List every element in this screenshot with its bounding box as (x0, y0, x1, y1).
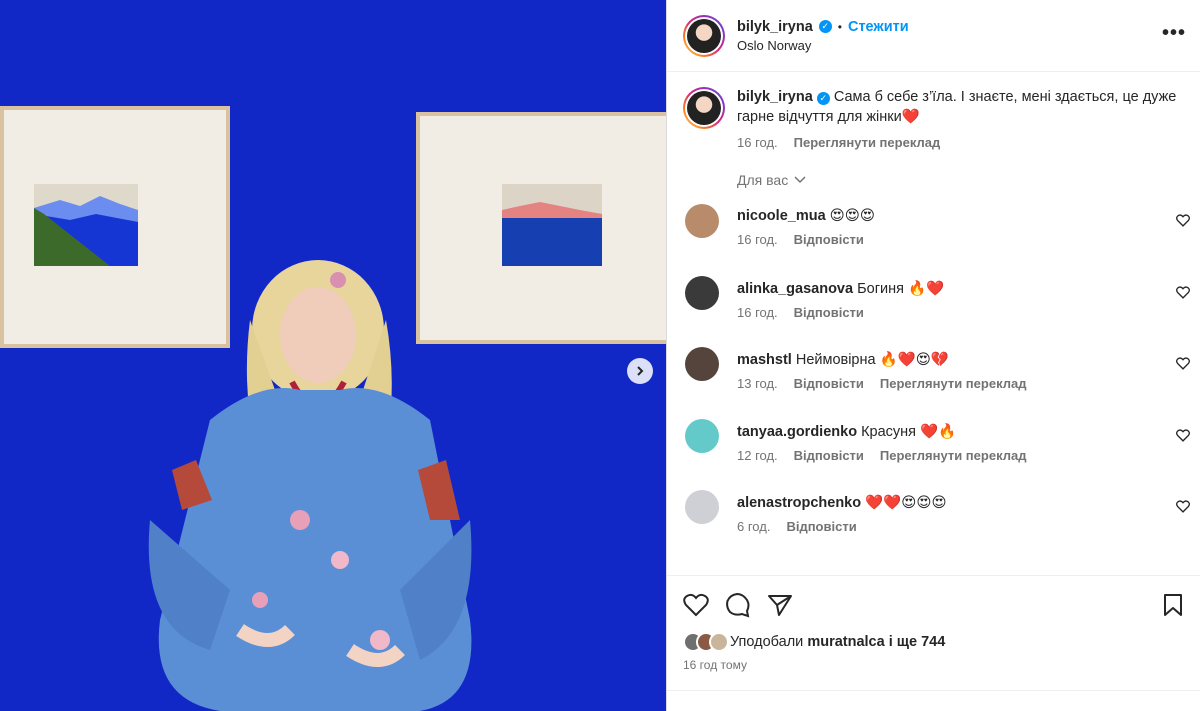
comment-text: Богиня 🔥❤️ (857, 280, 945, 297)
comment-list: nicoole_mua 😍😍😍 16 год. Відповісти alink… (667, 196, 1200, 554)
post-location[interactable]: Oslo Norway (737, 38, 909, 53)
commenter-username[interactable]: alinka_gasanova (737, 281, 853, 297)
follow-button[interactable]: Стежити (848, 19, 909, 35)
comment-like-icon[interactable] (1176, 500, 1190, 513)
reply-button[interactable]: Відповісти (794, 232, 864, 247)
post-time: 16 год тому (683, 658, 747, 672)
comment-text: Неймовірна 🔥❤️😍💔 (795, 352, 949, 368)
comment-time: 6 год. (737, 519, 771, 534)
comments-section[interactable]: bilyk_iryna ✓ Сама б себе з’їла. І знаєт… (667, 73, 1200, 575)
post-actions: Уподобали muratnalca і ще 744 16 год том… (667, 575, 1200, 672)
divider (667, 690, 1200, 691)
filter-label: Для вас (737, 172, 789, 188)
post-photo (0, 0, 666, 711)
liker-avatars (683, 632, 729, 652)
next-arrow-icon[interactable] (627, 358, 653, 384)
comment-text: Красуня ❤️🔥 (861, 423, 957, 440)
likes-prefix: Уподобали (730, 634, 804, 650)
caption-avatar[interactable] (683, 87, 725, 129)
caption-username[interactable]: bilyk_iryna (737, 89, 813, 105)
comment-like-icon[interactable] (1176, 214, 1190, 227)
comment-like-icon[interactable] (1176, 428, 1190, 442)
post-caption: bilyk_iryna ✓ Сама б себе з’їла. І знаєт… (667, 73, 1200, 150)
comment-text: 😍😍😍 (829, 208, 876, 224)
see-translation-link[interactable]: Переглянути переклад (880, 376, 1027, 391)
caption-time: 16 год. (737, 135, 778, 150)
photo-illustration (0, 0, 666, 711)
verified-icon: ✓ (816, 91, 830, 105)
commenter-avatar[interactable] (685, 490, 719, 524)
commenter-avatar[interactable] (685, 204, 719, 238)
commenter-username[interactable]: nicoole_mua (737, 208, 826, 224)
like-icon[interactable] (683, 593, 709, 617)
reply-button[interactable]: Відповісти (794, 305, 864, 320)
comment-like-icon[interactable] (1176, 357, 1190, 370)
author-avatar[interactable] (683, 14, 725, 57)
comment-icon[interactable] (725, 592, 751, 618)
reply-button[interactable]: Відповісти (794, 448, 864, 463)
save-icon[interactable] (1162, 593, 1184, 617)
likes-count[interactable]: і ще 744 (889, 634, 946, 650)
comment-time: 13 год. (737, 376, 778, 391)
see-translation-link[interactable]: Переглянути переклад (794, 135, 941, 150)
post-panel: bilyk_iryna ✓ • Стежити Oslo Norway ••• … (666, 0, 1200, 711)
separator-dot: • (837, 19, 842, 34)
verified-icon: ✓ (818, 20, 832, 33)
reply-button[interactable]: Відповісти (786, 519, 856, 534)
commenter-username[interactable]: alenastropchenko (737, 495, 861, 511)
comment-row: alenastropchenko ❤️❤️😍😍😍 6 год. Відповіс… (667, 482, 1200, 554)
likes-summary[interactable]: Уподобали muratnalca і ще 744 (683, 632, 1184, 652)
commenter-avatar[interactable] (685, 347, 719, 381)
commenter-avatar[interactable] (685, 275, 719, 310)
comment-row: tanyaa.gordienko Красуня ❤️🔥 12 год. Від… (667, 411, 1200, 483)
comment-time: 12 год. (737, 447, 778, 463)
comment-like-icon[interactable] (1176, 285, 1190, 299)
comment-row: nicoole_mua 😍😍😍 16 год. Відповісти (667, 196, 1200, 268)
comment-time: 16 год. (737, 232, 778, 247)
likes-user[interactable]: muratnalca (807, 634, 884, 650)
share-icon[interactable] (767, 593, 793, 617)
comment-time: 16 год. (737, 304, 778, 320)
commenter-username[interactable]: mashstl (737, 352, 792, 368)
comment-text: ❤️❤️😍😍😍 (865, 495, 947, 511)
more-icon[interactable]: ••• (1162, 22, 1186, 45)
comment-row: mashstl Неймовірна 🔥❤️😍💔 13 год. Відпові… (667, 339, 1200, 411)
chevron-down-icon (794, 176, 806, 184)
reply-button[interactable]: Відповісти (794, 376, 864, 391)
commenter-avatar[interactable] (685, 418, 719, 453)
comments-filter-dropdown[interactable]: Для вас (737, 172, 1200, 188)
commenter-username[interactable]: tanyaa.gordienko (737, 424, 857, 440)
see-translation-link[interactable]: Переглянути переклад (880, 448, 1027, 463)
author-username[interactable]: bilyk_iryna (737, 19, 813, 35)
comment-row: alinka_gasanova Богиня 🔥❤️ 16 год. Відпо… (667, 268, 1200, 340)
post-header: bilyk_iryna ✓ • Стежити Oslo Norway ••• (667, 0, 1200, 72)
